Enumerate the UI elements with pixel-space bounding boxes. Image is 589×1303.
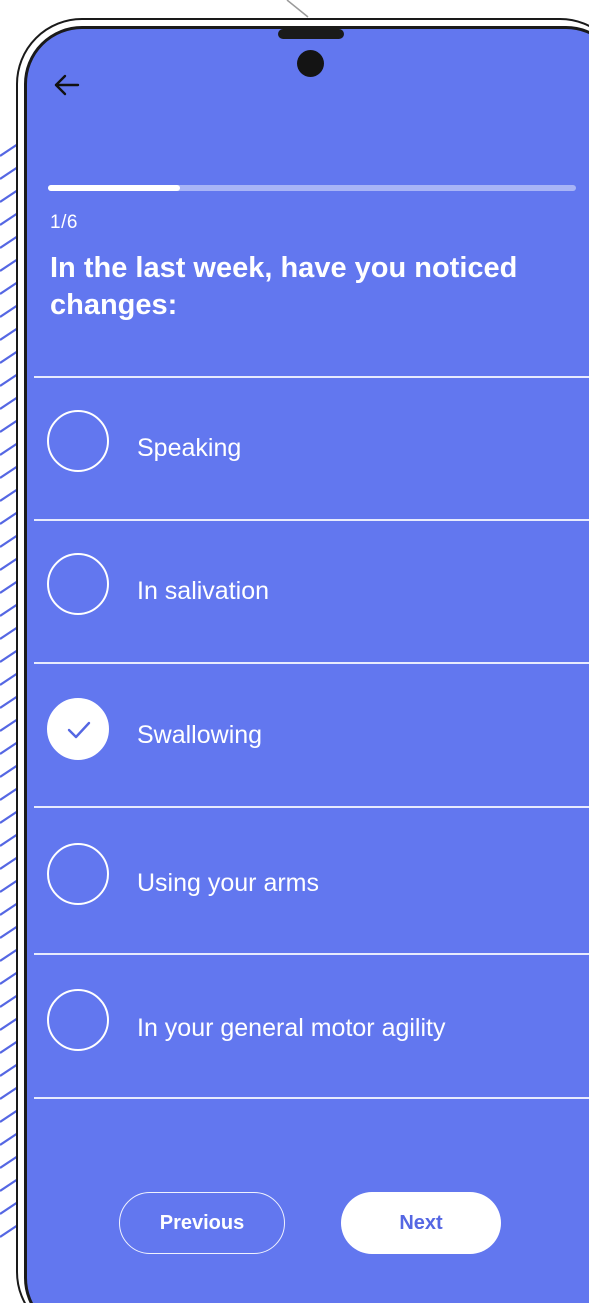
speaker-grille: [278, 29, 344, 39]
step-counter: 1/6: [50, 212, 78, 233]
divider: [34, 1097, 589, 1099]
progress-bar: [48, 185, 576, 191]
option-label: In salivation: [137, 577, 270, 605]
radio-circle[interactable]: [47, 989, 109, 1051]
next-button[interactable]: Next: [341, 1192, 501, 1254]
option-swallowing[interactable]: Swallowing: [34, 663, 589, 805]
option-label: Using your arms: [137, 869, 319, 897]
option-general-motor-agility[interactable]: In your general motor agility: [34, 954, 589, 1096]
question-title: In the last week, have you noticed chang…: [50, 252, 518, 321]
option-label: In your general motor agility: [137, 1014, 446, 1042]
radio-circle-checked[interactable]: [47, 698, 109, 760]
previous-button[interactable]: Previous: [119, 1192, 285, 1254]
arrow-left-icon: [54, 74, 80, 96]
front-camera: [297, 50, 324, 77]
option-using-your-arms[interactable]: Using your arms: [34, 807, 589, 949]
checkmark-icon: [67, 721, 91, 739]
option-in-salivation[interactable]: In salivation: [34, 520, 589, 662]
back-button[interactable]: [52, 70, 82, 100]
option-label: Swallowing: [137, 721, 263, 749]
screenshot-stage: 1/6 In the last week, have you noticed c…: [0, 0, 589, 1303]
option-speaking[interactable]: Speaking: [34, 377, 589, 519]
radio-circle[interactable]: [47, 410, 109, 472]
option-label: Speaking: [137, 434, 242, 462]
radio-circle[interactable]: [47, 553, 109, 615]
progress-bar-fill: [48, 185, 180, 191]
radio-circle[interactable]: [47, 843, 109, 905]
